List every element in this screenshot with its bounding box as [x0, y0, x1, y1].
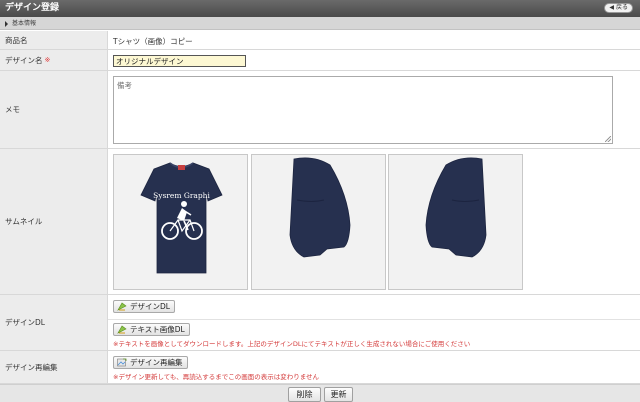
- expand-triangle-icon: [5, 20, 8, 27]
- design-reedit-row: デザイン再編集: [0, 351, 640, 384]
- download-icon: [117, 325, 127, 334]
- design-dl-label: デザインDL: [0, 295, 108, 350]
- brand-tag: [178, 165, 185, 170]
- thumbnail-right-sleeve[interactable]: [251, 154, 386, 290]
- thumbnail-label: サムネイル: [0, 149, 108, 294]
- design-dl-button-label: デザインDL: [130, 302, 170, 311]
- design-name-row: デザイン名 ※: [0, 50, 640, 71]
- design-reedit-note: ※デザイン更新しても、再読込するまでこの画面の表示は変わりません: [113, 373, 320, 381]
- footer-bar: 削除 更新: [0, 384, 640, 402]
- back-arrow-icon: ◀: [609, 4, 614, 11]
- tshirt-print-text: Sysrem Graphi: [153, 191, 210, 200]
- design-reedit-label: デザイン再編集: [0, 351, 108, 383]
- back-button-label: 戻る: [615, 4, 628, 11]
- download-icon: [117, 302, 127, 311]
- title-bar: デザイン登録 ◀ 戻る: [0, 0, 640, 17]
- design-dl-button[interactable]: デザインDL: [113, 300, 175, 313]
- text-image-dl-button[interactable]: テキスト画像DL: [113, 323, 190, 336]
- thumbnail-front[interactable]: Sysrem Graphi: [113, 154, 248, 290]
- memo-textarea[interactable]: [113, 76, 613, 144]
- product-label: 商品名: [0, 31, 108, 49]
- section-title: 基本情報: [12, 20, 37, 27]
- product-value: Tシャツ（画像）コピー: [113, 37, 193, 46]
- divider: [108, 319, 640, 320]
- text-image-dl-note: ※テキストを画像としてダウンロードします。上記のデザインDLにてテキストが正しく…: [113, 340, 471, 348]
- update-button[interactable]: 更新: [324, 387, 353, 402]
- text-image-dl-button-label: テキスト画像DL: [130, 325, 185, 334]
- delete-button[interactable]: 削除: [288, 387, 321, 402]
- required-mark: ※: [44, 56, 51, 64]
- sleeve-left-shape: [425, 157, 487, 258]
- resize-handle-icon[interactable]: [605, 136, 611, 142]
- design-reedit-button-label: デザイン再編集: [130, 358, 183, 367]
- design-name-label: デザイン名 ※: [0, 50, 108, 70]
- product-row: 商品名: [0, 31, 640, 50]
- back-button[interactable]: ◀ 戻る: [604, 3, 633, 13]
- window-title: デザイン登録: [5, 3, 60, 13]
- thumbnail-left-sleeve[interactable]: [388, 154, 523, 290]
- design-reedit-button[interactable]: デザイン再編集: [113, 356, 188, 369]
- edit-image-icon: [117, 358, 127, 367]
- design-name-input[interactable]: [113, 55, 246, 67]
- section-header[interactable]: 基本情報: [0, 17, 640, 30]
- memo-label: メモ: [0, 71, 108, 148]
- sleeve-right-shape: [289, 157, 351, 258]
